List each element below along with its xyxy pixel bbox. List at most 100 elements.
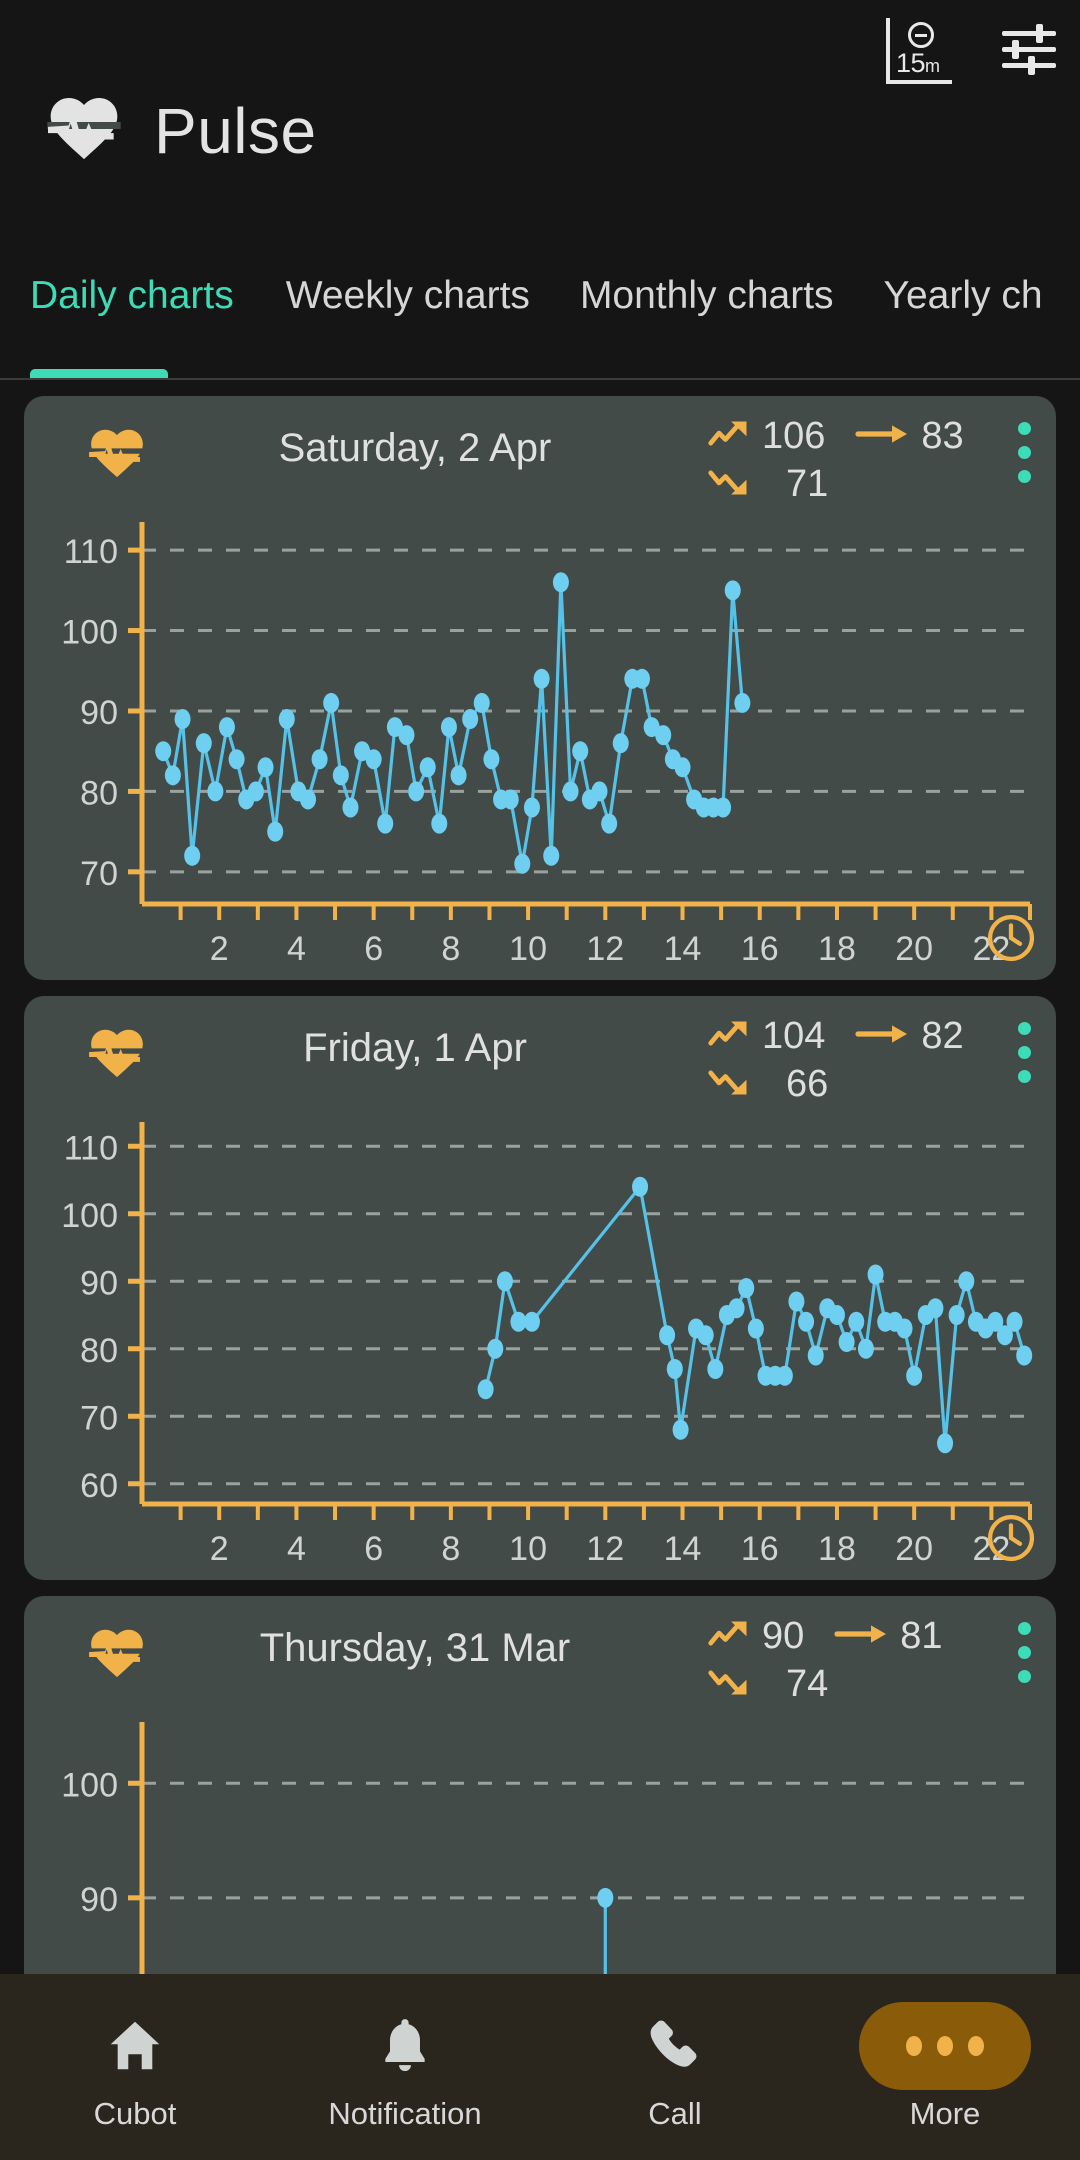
svg-text:10: 10 [509,930,547,968]
chart-area[interactable]: 708090100110246810121416182022 [24,508,1056,980]
kebab-menu-icon[interactable] [1018,1022,1032,1094]
svg-text:110: 110 [64,533,118,571]
stat-avg-value: 81 [900,1615,942,1658]
stat-avg-value: 83 [921,415,963,458]
heart-pulse-icon [44,88,124,173]
home-icon [104,2010,166,2082]
stat-max-value: 90 [762,1615,804,1658]
svg-text:14: 14 [664,1530,702,1568]
svg-text:90: 90 [80,1264,118,1302]
stat-max: 90 81 [708,1612,978,1660]
interval-unit: m [925,56,940,76]
kebab-menu-icon[interactable] [1018,1622,1032,1694]
tab-bar: Daily charts Weekly charts Monthly chart… [0,262,1080,380]
stat-avg-value: 82 [921,1015,963,1058]
daily-chart-card[interactable]: Thursday, 31 Mar 90 81 74 [24,1596,1056,1980]
trend-up-icon [708,417,752,456]
stat-max: 106 83 [708,412,978,460]
svg-text:12: 12 [586,930,624,968]
svg-text:6: 6 [364,930,383,968]
top-bar: 15m [0,0,1080,100]
clock-icon[interactable] [984,911,1038,970]
stat-max-value: 106 [762,415,825,458]
card-header: Saturday, 2 Apr 106 83 71 [24,396,1056,508]
stat-min: 71 [708,460,978,508]
tune-sliders-icon[interactable] [1000,21,1058,79]
svg-text:2: 2 [210,930,229,968]
svg-text:12: 12 [586,1530,624,1568]
stat-max-value: 104 [762,1015,825,1058]
daily-charts-list[interactable]: Saturday, 2 Apr 106 83 71 [0,380,1080,1980]
measurement-interval-icon[interactable]: 15m [886,16,956,84]
trend-down-icon [708,1665,752,1704]
phone-icon [644,2010,706,2082]
svg-text:4: 4 [287,1530,306,1568]
nav-item-notification[interactable]: Notification [270,1974,540,2160]
stat-min-value: 66 [786,1063,828,1106]
tab-daily-charts[interactable]: Daily charts [30,262,234,318]
svg-text:8: 8 [441,930,460,968]
chart-area[interactable]: 60708090100110246810121416182022 [24,1108,1056,1580]
svg-text:60: 60 [80,1467,118,1505]
more-dots-icon [859,2010,1031,2082]
app-title-row: Pulse [44,88,317,173]
svg-text:6: 6 [364,1530,383,1568]
tab-yearly-charts[interactable]: Yearly ch [884,262,1043,318]
svg-text:70: 70 [80,855,118,893]
svg-text:80: 80 [80,774,118,812]
tab-weekly-charts[interactable]: Weekly charts [286,262,530,318]
trend-flat-icon [834,1623,890,1650]
svg-text:100: 100 [61,1766,118,1804]
more-active-pill[interactable] [859,2002,1031,2090]
card-stats: 106 83 71 [708,412,978,508]
svg-text:18: 18 [818,1530,856,1568]
heart-rate-chart[interactable]: 90 100 [24,1708,1056,1980]
daily-chart-card[interactable]: Friday, 1 Apr 104 82 66 [24,996,1056,1580]
card-stats: 90 81 74 [708,1612,978,1708]
daily-chart-card[interactable]: Saturday, 2 Apr 106 83 71 [24,396,1056,980]
svg-text:4: 4 [287,930,306,968]
tab-monthly-charts[interactable]: Monthly charts [580,262,834,318]
nav-item-cubot[interactable]: Cubot [0,1974,270,2160]
nav-item-more[interactable]: More [810,1974,1080,2160]
trend-up-icon [708,1017,752,1056]
svg-text:2: 2 [210,1530,229,1568]
card-header: Thursday, 31 Mar 90 81 74 [24,1596,1056,1708]
trend-flat-icon [855,1023,911,1050]
heart-rate-chart[interactable]: 60708090100110246810121416182022 [24,1108,1056,1580]
svg-text:110: 110 [64,1129,118,1167]
card-stats: 104 82 66 [708,1012,978,1108]
svg-text:20: 20 [895,930,933,968]
nav-label-more: More [910,2096,981,2132]
interval-value: 15 [896,48,925,78]
stat-min: 66 [708,1060,978,1108]
page-title: Pulse [154,94,317,168]
kebab-menu-icon[interactable] [1018,422,1032,494]
top-bar-actions: 15m [886,16,1058,84]
bell-icon [374,2010,436,2082]
svg-text:80: 80 [80,1332,118,1370]
nav-label-cubot: Cubot [94,2096,177,2132]
svg-text:20: 20 [895,1530,933,1568]
card-header: Friday, 1 Apr 104 82 66 [24,996,1056,1108]
svg-text:16: 16 [741,930,779,968]
svg-text:70: 70 [80,1399,118,1437]
heart-rate-chart[interactable]: 708090100110246810121416182022 [24,508,1056,980]
clock-icon[interactable] [984,1511,1038,1570]
svg-text:8: 8 [441,1530,460,1568]
nav-label-notification: Notification [328,2096,481,2132]
stat-min: 74 [708,1660,978,1708]
stat-max: 104 82 [708,1012,978,1060]
svg-text:16: 16 [741,1530,779,1568]
svg-text:18: 18 [818,930,856,968]
svg-text:10: 10 [509,1530,547,1568]
stat-min-value: 74 [786,1663,828,1706]
trend-up-icon [708,1617,752,1656]
svg-text:100: 100 [61,1197,118,1235]
svg-text:90: 90 [80,1881,118,1919]
nav-item-call[interactable]: Call [540,1974,810,2160]
trend-flat-icon [855,423,911,450]
chart-area[interactable]: 90 100 [24,1708,1056,1980]
svg-text:14: 14 [664,930,702,968]
active-tab-indicator [30,369,168,378]
